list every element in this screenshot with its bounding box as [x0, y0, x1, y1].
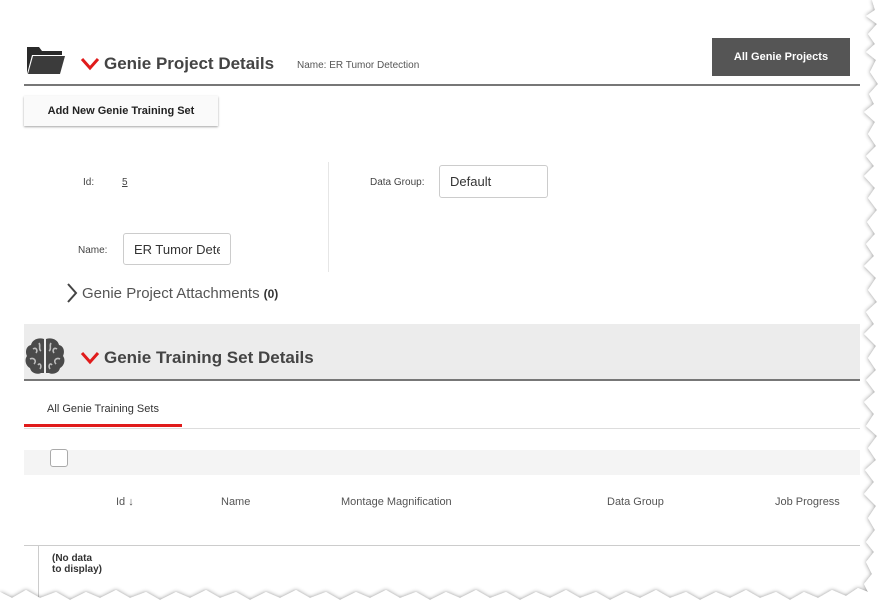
section-divider: [24, 379, 860, 381]
grid-toolbar: [24, 450, 860, 475]
torn-edge-decoration: [0, 0, 886, 608]
chevron-down-icon[interactable]: [80, 351, 100, 365]
data-group-label: Data Group:: [370, 177, 425, 188]
project-name-caption: Name: ER Tumor Detection: [297, 60, 420, 71]
data-group-field[interactable]: Default: [439, 165, 548, 198]
select-all-checkbox[interactable]: [50, 449, 68, 467]
attachments-label: Genie Project Attachments: [82, 285, 260, 302]
grid-header-divider: [24, 545, 860, 546]
name-label: Name:: [78, 245, 108, 256]
chevron-right-icon[interactable]: [66, 282, 78, 304]
column-header-name[interactable]: Name: [221, 496, 250, 508]
id-label: Id:: [83, 177, 95, 188]
column-header-data-group[interactable]: Data Group: [607, 496, 664, 508]
chevron-down-icon[interactable]: [80, 57, 100, 71]
grid-cell-border: [38, 546, 39, 608]
brain-icon: [25, 338, 65, 374]
name-field[interactable]: [123, 233, 231, 265]
page-title: Genie Project Details: [104, 54, 275, 73]
section-divider: [24, 84, 860, 86]
folder-icon: [27, 47, 65, 74]
column-header-job-progress[interactable]: Job Progress: [775, 496, 840, 508]
attachments-count: (0): [263, 287, 279, 301]
column-header-montage-magnification[interactable]: Montage Magnification: [341, 496, 452, 508]
column-header-id[interactable]: Id ↓: [116, 496, 134, 508]
active-tab-indicator: [24, 424, 182, 427]
tab-all-training-sets[interactable]: All Genie Training Sets: [24, 391, 182, 427]
add-training-set-button[interactable]: Add New Genie Training Set: [24, 96, 218, 126]
column-divider: [328, 162, 329, 272]
all-genie-projects-button[interactable]: All Genie Projects: [712, 38, 850, 76]
training-section-title: Genie Training Set Details: [104, 348, 314, 367]
tab-divider: [24, 428, 860, 429]
attachments-toggle[interactable]: Genie Project Attachments (0): [82, 285, 278, 302]
id-value-link[interactable]: 5: [122, 177, 128, 188]
empty-grid-message: (No data to display): [52, 553, 103, 575]
